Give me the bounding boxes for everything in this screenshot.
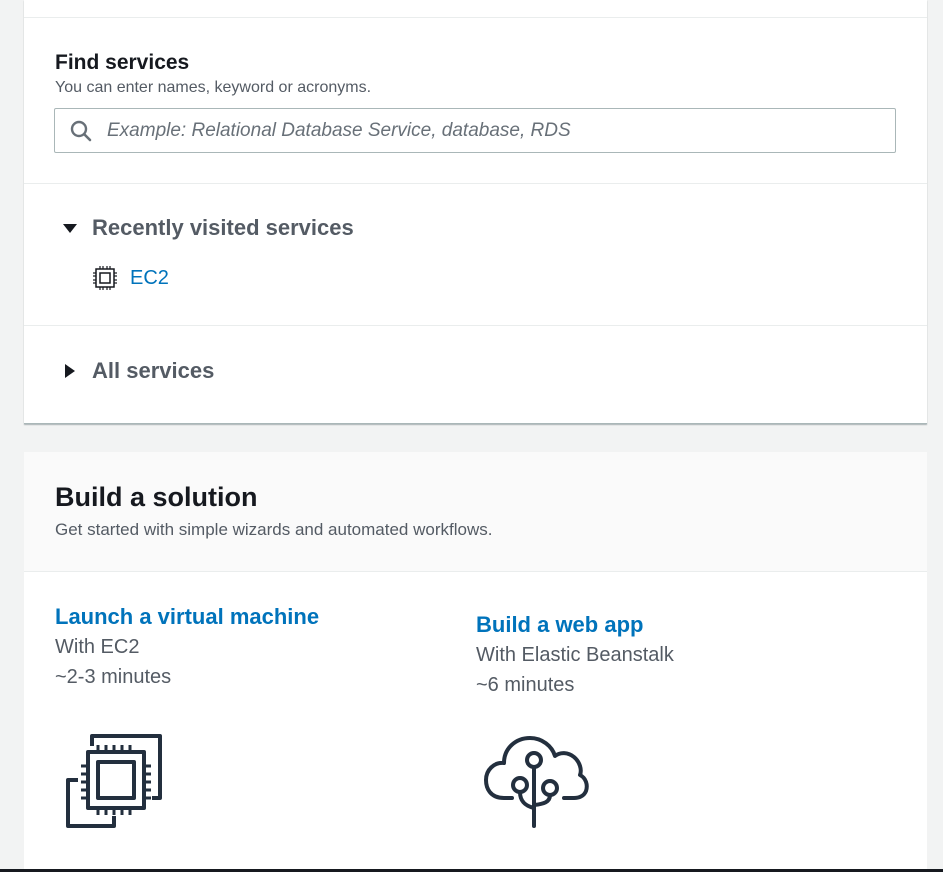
recently-visited-toggle[interactable]: Recently visited services [62, 215, 354, 241]
card-time-estimate: ~2-3 minutes [55, 666, 172, 688]
caret-down-icon [63, 224, 77, 233]
card-time-estimate: ~6 minutes [476, 674, 575, 696]
caret-right-icon [65, 364, 75, 378]
find-services-panel: Find services You can enter names, keywo… [24, 0, 927, 424]
solution-card-launch-vm: Launch a virtual machine With EC2 ~2-3 m… [55, 602, 319, 692]
all-services-toggle[interactable]: All services [62, 358, 214, 384]
divider [24, 183, 927, 184]
search-field[interactable] [54, 108, 896, 153]
cloud-tree-icon [484, 736, 589, 828]
build-solution-title: Build a solution [55, 482, 258, 512]
panel-top-strip [24, 0, 927, 18]
search-input[interactable] [107, 109, 895, 152]
chip-icon [93, 266, 117, 290]
divider [24, 325, 927, 326]
recent-service-item[interactable]: EC2 [92, 265, 169, 291]
search-icon [70, 120, 92, 141]
find-services-header: Find services You can enter names, keywo… [55, 50, 371, 100]
ec2-instances-icon [66, 734, 162, 828]
build-solution-panel: Build a solution Get started with simple… [24, 452, 927, 872]
launch-virtual-machine-link[interactable]: Launch a virtual machine [55, 602, 319, 632]
find-services-title: Find services [55, 51, 190, 74]
find-services-description: You can enter names, keyword or acronyms… [55, 79, 372, 96]
build-solution-description: Get started with simple wizards and auto… [55, 520, 493, 539]
card-subtitle: With EC2 [55, 636, 140, 658]
build-solution-header: Build a solution Get started with simple… [24, 452, 927, 572]
build-web-app-link[interactable]: Build a web app [476, 610, 674, 640]
recent-service-link-ec2[interactable]: EC2 [130, 267, 169, 290]
solution-card-web-app: Build a web app With Elastic Beanstalk ~… [476, 610, 674, 700]
all-services-label: All services [92, 358, 215, 383]
recently-visited-label: Recently visited services [92, 215, 354, 240]
card-subtitle: With Elastic Beanstalk [476, 644, 674, 666]
